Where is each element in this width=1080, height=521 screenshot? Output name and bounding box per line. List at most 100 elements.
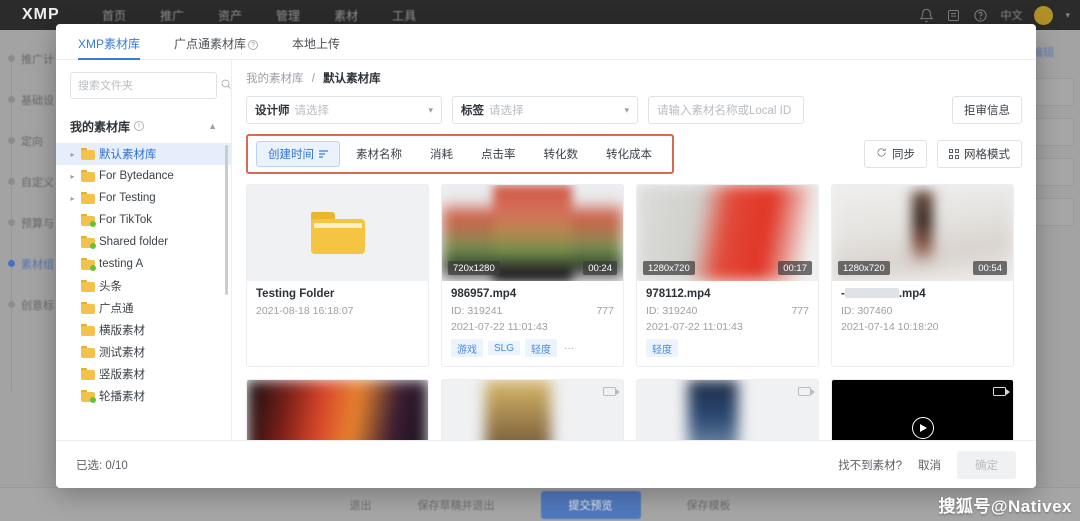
nav-item-home[interactable]: 首页 — [102, 7, 126, 24]
nav-item-assets[interactable]: 资产 — [218, 7, 242, 24]
keyword-search-box[interactable]: 请输入素材名称或Local ID — [648, 96, 804, 124]
list-icon[interactable] — [946, 8, 961, 23]
card-folder[interactable]: Testing Folder 2021-08-18 16:18:07 — [246, 184, 429, 367]
card-next-row-1[interactable] — [246, 379, 429, 440]
folder-label: 默认素材库 — [99, 149, 157, 161]
content-panel: 我的素材库 / 默认素材库 设计师 请选择 ▾ 标签 请选择 ▾ 请输入素材名称… — [232, 60, 1036, 440]
card-info: - .mp4 ID: 307460 2021-07-14 10:18:20 — [832, 281, 1013, 348]
exit-button[interactable]: 退出 — [350, 497, 372, 513]
card-video-986957[interactable]: 720x1280 00:24 986957.mp4 ID: 319241 777… — [441, 184, 624, 367]
selected-count: 已选: 0/10 — [76, 459, 128, 472]
sort-chip-material-name[interactable]: 素材名称 — [344, 141, 414, 167]
info-icon[interactable]: ! — [134, 121, 145, 131]
folder-item-shared-folder[interactable]: ▸ Shared folder — [56, 231, 231, 253]
video-thumbnail[interactable] — [442, 380, 623, 440]
language-selector[interactable]: 中文 — [1000, 7, 1022, 23]
chevron-down-icon[interactable]: ▾ — [1065, 10, 1070, 21]
chevron-down-icon[interactable]: ▾ — [428, 105, 433, 116]
tag[interactable]: 游戏 — [451, 339, 483, 357]
chevron-down-icon[interactable]: ▾ — [624, 105, 629, 116]
tag-more[interactable]: ··· — [562, 343, 576, 354]
not-found-link[interactable]: 找不到素材? — [838, 457, 902, 473]
folder-search-box[interactable] — [70, 72, 231, 99]
sync-button[interactable]: 同步 — [864, 140, 927, 168]
card-next-row-3[interactable] — [636, 379, 819, 440]
my-library-header[interactable]: 我的素材库! ▲ — [56, 113, 231, 139]
video-thumbnail[interactable] — [637, 380, 818, 440]
tab-gdt-library[interactable]: 广点通素材库? — [174, 35, 259, 59]
designer-select[interactable]: 设计师 请选择 ▾ — [246, 96, 442, 124]
cancel-button[interactable]: 取消 — [918, 457, 941, 473]
video-thumbnail[interactable]: 1280x720 00:17 — [637, 185, 818, 281]
folder-item-default[interactable]: ▸ 默认素材库 — [56, 143, 231, 165]
thumbnail-image — [485, 380, 551, 440]
video-thumbnail[interactable] — [832, 380, 1013, 440]
tag-select[interactable]: 标签 请选择 ▾ — [452, 96, 638, 124]
nav-item-manage[interactable]: 管理 — [276, 7, 300, 24]
submit-preview-button[interactable]: 提交预览 — [540, 490, 641, 519]
video-thumbnail[interactable] — [247, 380, 428, 440]
confirm-button[interactable]: 确定 — [957, 450, 1016, 479]
step-label: 素材组 — [21, 258, 54, 271]
help-icon[interactable] — [973, 8, 988, 23]
sort-chip-conversion-cost[interactable]: 转化成本 — [594, 141, 664, 167]
card-next-row-4[interactable] — [831, 379, 1014, 440]
nav-item-tools[interactable]: 工具 — [392, 7, 416, 24]
breadcrumb-root[interactable]: 我的素材库 — [246, 73, 304, 85]
folder-item-carousel[interactable]: ▸ 轮播素材 — [56, 385, 231, 407]
grid-mode-button[interactable]: 网格模式 — [937, 140, 1022, 168]
nav-item-material[interactable]: 素材 — [334, 7, 358, 24]
play-icon[interactable] — [911, 417, 934, 439]
folder-tree-scrollbar[interactable] — [225, 145, 228, 295]
card-name: Testing Folder — [256, 288, 335, 300]
folder-item-gdt[interactable]: ▸ 广点通 — [56, 297, 231, 319]
video-thumbnail[interactable]: 1280x720 00:54 — [832, 185, 1013, 281]
folder-item-landscape[interactable]: ▸ 横版素材 — [56, 319, 231, 341]
folder-item-tiktok[interactable]: ▸ For TikTok — [56, 209, 231, 231]
folder-item-testing[interactable]: ▸ For Testing — [56, 187, 231, 209]
chevron-right-icon[interactable]: ▸ — [68, 150, 77, 159]
tag[interactable]: SLG — [488, 341, 521, 355]
chevron-up-icon[interactable]: ▲ — [208, 121, 217, 131]
save-draft-exit-button[interactable]: 保存草稿并退出 — [418, 497, 495, 513]
sort-chip-ctr[interactable]: 点击率 — [469, 141, 528, 167]
nav-item-promotion[interactable]: 推广 — [160, 7, 184, 24]
folder-item-test-material[interactable]: ▸ 测试素材 — [56, 341, 231, 363]
tab-xmp-library[interactable]: XMP素材库 — [78, 35, 141, 60]
shared-folder-icon — [81, 390, 96, 403]
bell-icon[interactable] — [919, 8, 935, 23]
card-next-row-2[interactable] — [441, 379, 624, 440]
folder-item-bytedance[interactable]: ▸ For Bytedance — [56, 165, 231, 187]
tab-local-upload[interactable]: 本地上传 — [292, 35, 340, 59]
folder-icon — [81, 346, 95, 358]
help-icon[interactable]: ? — [248, 40, 259, 50]
reject-info-button[interactable]: 拒审信息 — [952, 96, 1022, 124]
folder-search-input[interactable] — [78, 79, 220, 92]
save-template-button[interactable]: 保存模板 — [687, 497, 731, 513]
card-video-978112[interactable]: 1280x720 00:17 978112.mp4 ID: 319240 777… — [636, 184, 819, 367]
card-tags: 游戏 SLG 轻度 ··· — [451, 339, 614, 357]
search-icon[interactable] — [220, 77, 232, 95]
sort-chip-create-time[interactable]: 创建时间 — [256, 141, 340, 167]
folder-label: For Bytedance — [99, 170, 174, 182]
video-thumbnail[interactable]: 720x1280 00:24 — [442, 185, 623, 281]
avatar[interactable] — [1034, 5, 1054, 25]
sort-descending-icon[interactable] — [319, 150, 328, 158]
folder-label: 横版素材 — [99, 325, 145, 337]
folder-item-portrait[interactable]: ▸ 竖版素材 — [56, 363, 231, 385]
folder-tree[interactable]: ▸ 默认素材库 ▸ For Bytedance ▸ For Testing Fo… — [56, 143, 231, 440]
folder-item-testing-a[interactable]: ▸ testing A — [56, 253, 231, 275]
tag[interactable]: 轻度 — [525, 339, 558, 357]
cards-area: Testing Folder 2021-08-18 16:18:07 720x1… — [246, 184, 1022, 440]
breadcrumb-current: 默认素材库 — [323, 73, 381, 85]
dimension-badge: 720x1280 — [448, 261, 500, 275]
app-main-nav[interactable]: 首页 推广 资产 管理 素材 工具 — [102, 7, 416, 24]
sort-chip-spend[interactable]: 消耗 — [418, 141, 465, 167]
chevron-right-icon[interactable]: ▸ — [68, 194, 77, 203]
sync-label: 同步 — [892, 149, 915, 161]
folder-item-toutiao[interactable]: ▸ 头条 — [56, 275, 231, 297]
sort-chip-conversions[interactable]: 转化数 — [532, 141, 591, 167]
card-video-307460[interactable]: 1280x720 00:54 - .mp4 ID: 307460 2021-07-… — [831, 184, 1014, 367]
chevron-right-icon[interactable]: ▸ — [68, 172, 77, 181]
tag[interactable]: 轻度 — [646, 339, 678, 357]
